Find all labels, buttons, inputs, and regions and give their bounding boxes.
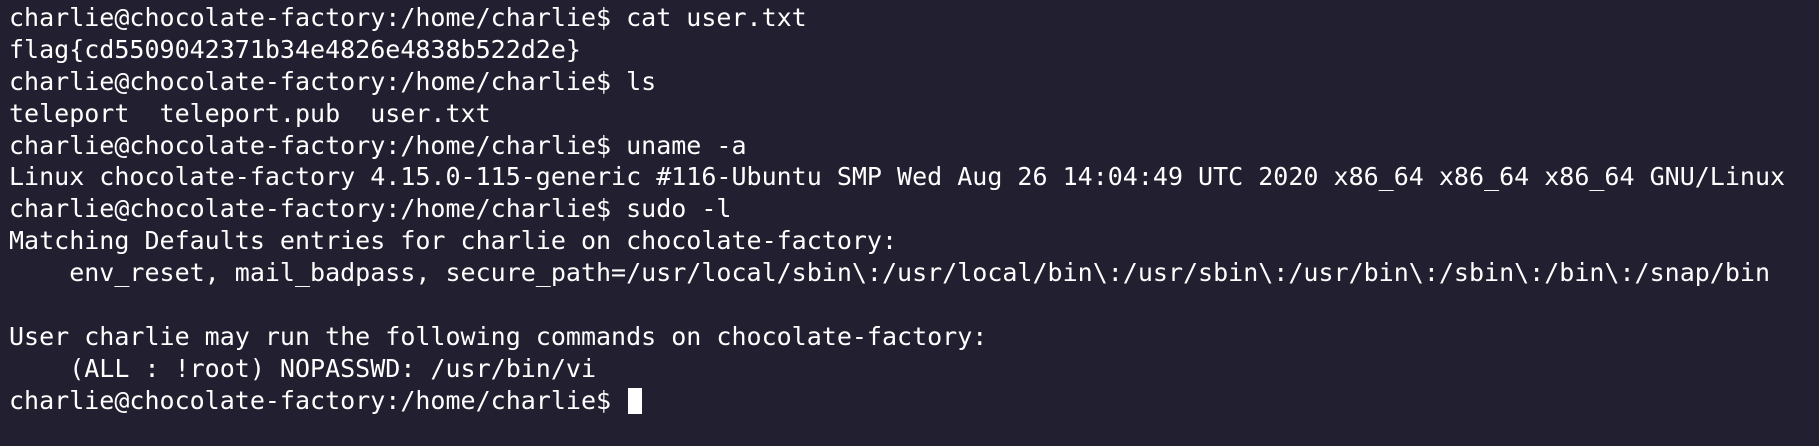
command-line: charlie@chocolate-factory:/home/charlie$… [9, 3, 807, 32]
terminal-window[interactable]: charlie@chocolate-factory:/home/charlie$… [0, 0, 1819, 446]
shell-prompt: charlie@chocolate-factory:/home/charlie$ [9, 385, 627, 415]
active-prompt-line[interactable]: charlie@chocolate-factory:/home/charlie$ [9, 385, 1819, 417]
command-line: charlie@chocolate-factory:/home/charlie$… [9, 194, 732, 224]
output-line: flag{cd5509042371b34e4826e4838b522d2e} [9, 34, 581, 64]
output-line: env_reset, mail_badpass, secure_path=/us… [9, 258, 1770, 288]
text-cursor[interactable] [628, 387, 643, 414]
output-line: Linux chocolate-factory 4.15.0-115-gener… [9, 162, 1786, 192]
output-line: teleport teleport.pub user.txt [9, 98, 491, 128]
output-line: (ALL : !root) NOPASSWD: /usr/bin/vi [9, 353, 596, 383]
output-line: Matching Defaults entries for charlie on… [9, 226, 898, 256]
command-line: charlie@chocolate-factory:/home/charlie$… [9, 130, 747, 160]
command-line: charlie@chocolate-factory:/home/charlie$… [9, 66, 657, 96]
output-line: User charlie may run the following comma… [9, 321, 988, 351]
